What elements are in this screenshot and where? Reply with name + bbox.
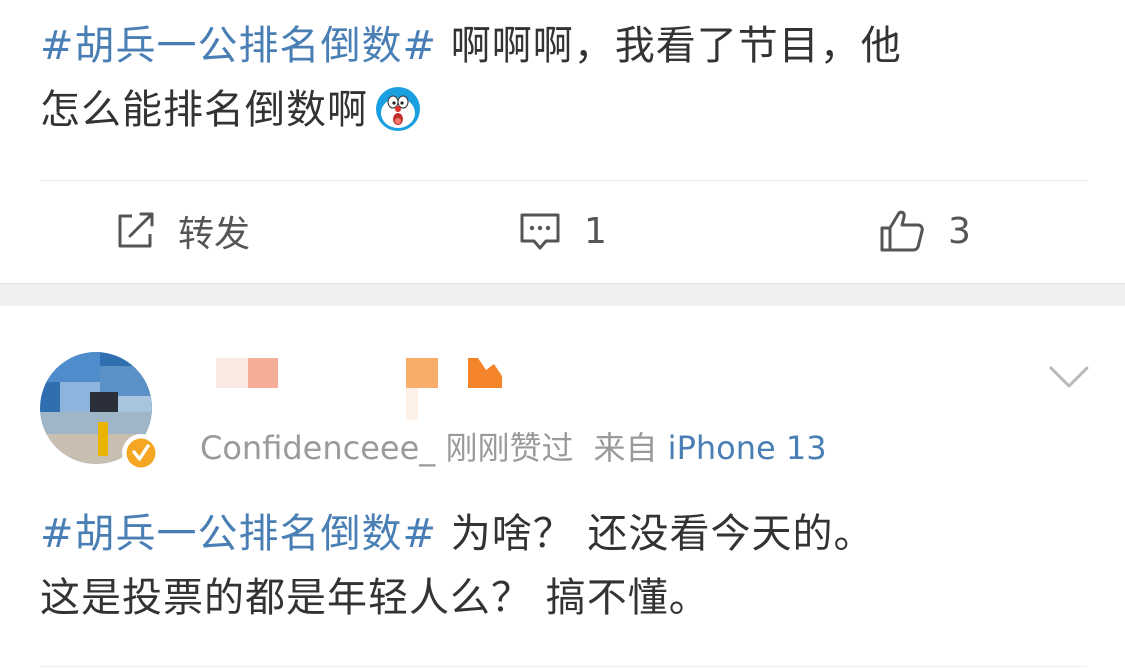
avatar-container[interactable] bbox=[40, 352, 160, 472]
post-card: #胡兵一公排名倒数# 啊啊啊，我看了节目，他 怎么能排名倒数啊 转发 1 3 bbox=[0, 0, 1125, 283]
meta-liked: 刚刚赞过 bbox=[445, 429, 574, 467]
action-bar: 转发 1 3 bbox=[0, 181, 1125, 281]
meta-device[interactable]: iPhone 13 bbox=[668, 429, 827, 467]
comment-button[interactable]: 1 bbox=[518, 181, 607, 281]
repost-button[interactable]: 转发 bbox=[114, 181, 250, 281]
post-hashtag-link[interactable]: #胡兵一公排名倒数# bbox=[40, 23, 437, 69]
post-text-line1: 啊啊啊，我看了节目，他 bbox=[437, 23, 902, 69]
comment-text-line1: 为啥？ 还没看今天的。 bbox=[437, 511, 875, 557]
chevron-down-icon[interactable] bbox=[1048, 364, 1090, 390]
username-redacted bbox=[216, 358, 502, 420]
divider bbox=[40, 666, 1087, 667]
comment-icon bbox=[520, 213, 560, 250]
repost-label: 转发 bbox=[178, 214, 251, 255]
like-count: 3 bbox=[948, 210, 971, 252]
comment-meta: Confidenceee_ 刚刚赞过 来自 iPhone 13 bbox=[200, 428, 827, 468]
meta-from: 来自 bbox=[593, 429, 658, 467]
post-text: #胡兵一公排名倒数# 啊啊啊，我看了节目，他 怎么能排名倒数啊 bbox=[40, 14, 1080, 142]
post-text-line2: 怎么能排名倒数啊 bbox=[40, 87, 368, 133]
repost-icon bbox=[118, 212, 154, 248]
comment-count: 1 bbox=[584, 210, 607, 252]
thumbs-up-icon bbox=[880, 210, 924, 252]
doraemon-emoji-icon bbox=[376, 87, 420, 131]
like-button[interactable]: 3 bbox=[878, 181, 971, 281]
section-gap bbox=[0, 283, 1125, 307]
comment-text: #胡兵一公排名倒数# 为啥？ 还没看今天的。 这是投票的都是年轻人么？ 搞不懂。 bbox=[40, 502, 1100, 630]
comment-card: Confidenceee_ 刚刚赞过 来自 iPhone 13 #胡兵一公排名倒数… bbox=[0, 306, 1125, 669]
verified-badge-icon bbox=[122, 434, 160, 472]
comment-hashtag-link[interactable]: #胡兵一公排名倒数# bbox=[40, 511, 437, 557]
comment-text-line2: 这是投票的都是年轻人么？ 搞不懂。 bbox=[40, 575, 710, 621]
meta-handle[interactable]: Confidenceee_ bbox=[200, 429, 435, 467]
